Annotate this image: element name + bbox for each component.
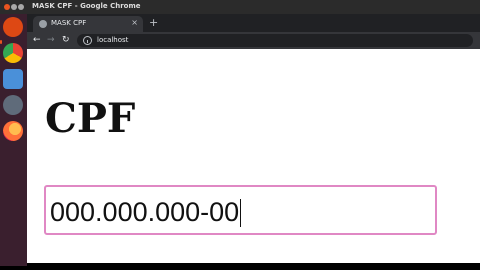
window-titlebar: MASK CPF - Google Chrome <box>0 0 480 14</box>
back-button[interactable]: ← <box>33 34 41 46</box>
ubuntu-software-icon[interactable] <box>3 17 23 37</box>
browser-toolbar: ← → ↻ localhost <box>27 32 480 49</box>
text-caret <box>240 199 242 227</box>
forward-button[interactable]: → <box>47 34 55 46</box>
firefox-icon[interactable] <box>3 121 23 141</box>
window-title: MASK CPF - Google Chrome <box>32 2 141 10</box>
tab-title: MASK CPF <box>51 19 87 27</box>
reload-button[interactable]: ↻ <box>62 34 70 46</box>
ubuntu-dock <box>0 14 27 266</box>
chrome-icon[interactable] <box>3 43 23 63</box>
window-maximize-button[interactable] <box>18 4 24 10</box>
cpf-input[interactable]: 000.000.000-00 <box>44 185 437 235</box>
dock-running-indicator <box>0 40 2 44</box>
cpf-input-value[interactable]: 000.000.000-00 <box>50 196 242 228</box>
new-tab-button[interactable]: + <box>149 16 158 30</box>
window-minimize-button[interactable] <box>11 4 17 10</box>
address-url[interactable]: localhost <box>97 36 128 44</box>
page-heading: CPF <box>45 95 136 142</box>
globe-icon <box>39 20 47 28</box>
window-close-button[interactable] <box>4 4 10 10</box>
chromium-icon[interactable] <box>3 95 23 115</box>
browser-tab[interactable]: MASK CPF × <box>33 16 143 32</box>
browser-tab-strip: MASK CPF × + <box>27 14 480 32</box>
tab-close-icon[interactable]: × <box>131 18 138 28</box>
info-icon[interactable] <box>83 36 92 45</box>
page-content: CPF 000.000.000-00 <box>27 49 480 263</box>
address-bar[interactable]: localhost <box>77 34 473 47</box>
files-icon[interactable] <box>3 69 23 89</box>
